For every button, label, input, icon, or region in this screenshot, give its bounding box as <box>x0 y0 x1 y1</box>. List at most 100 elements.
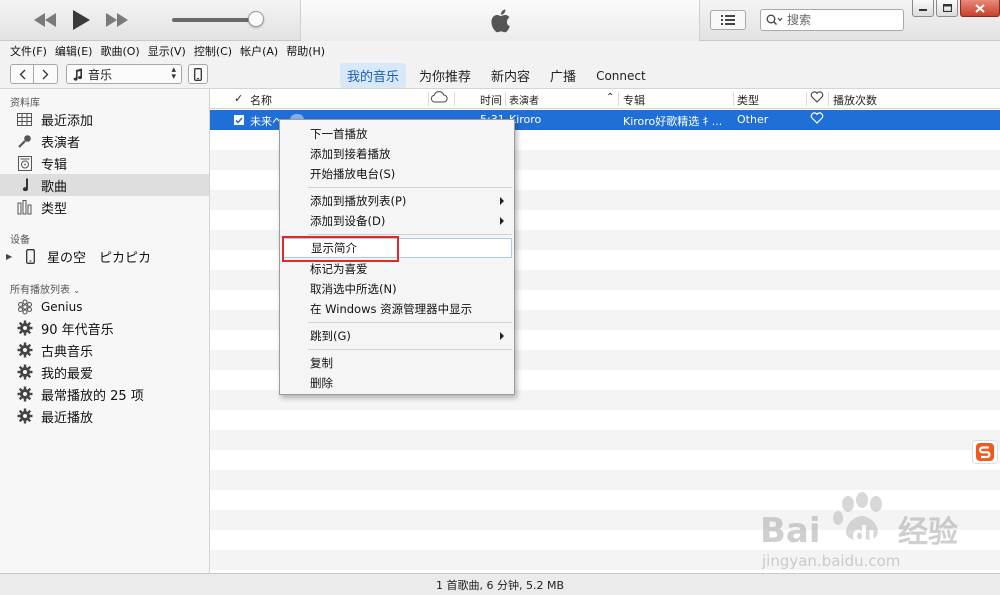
player-toolbar <box>0 0 1000 41</box>
menu-item-delete[interactable]: 删除 <box>282 373 512 393</box>
sidebar-item-label: 90 年代音乐 <box>41 322 114 338</box>
menu-file[interactable]: 文件(F) <box>10 43 47 59</box>
playlists-header[interactable]: 所有播放列表 ⌄ <box>10 281 80 296</box>
sidebar-item-artists[interactable]: 表演者 <box>0 130 209 152</box>
device-button[interactable] <box>188 64 208 84</box>
column-divider <box>733 92 734 106</box>
table-row <box>210 430 1000 450</box>
list-icon <box>721 15 735 25</box>
menu-item-add-to-device[interactable]: 添加到设备(D) <box>282 211 512 231</box>
column-artist[interactable]: 表演者 <box>509 92 539 107</box>
menu-item-label: 添加到接着播放 <box>310 147 391 161</box>
tab-radio[interactable]: 广播 <box>543 63 583 88</box>
sidebar-item-label: 古典音乐 <box>41 344 94 360</box>
menu-item-add-to-up-next[interactable]: 添加到接着播放 <box>282 144 512 164</box>
genre-icon <box>16 199 33 216</box>
menu-separator <box>308 322 512 323</box>
chevron-left-icon <box>19 69 25 79</box>
menu-item-label: 取消选中所选(N) <box>310 282 397 296</box>
sidebar-item-top-25[interactable]: 最常播放的 25 项 <box>0 383 209 405</box>
gear-icon <box>16 408 33 425</box>
sidebar-item-genres[interactable]: 类型 <box>0 196 209 218</box>
fast-forward-icon <box>106 13 128 27</box>
submenu-arrow-icon <box>500 197 504 205</box>
sidebar-item-recently-added[interactable]: 最近添加 <box>0 108 209 130</box>
disclosure-triangle-icon[interactable]: ▶ <box>6 252 14 261</box>
sidebar-item-albums[interactable]: 专辑 <box>0 152 209 174</box>
sidebar-item-90s-music[interactable]: 90 年代音乐 <box>0 317 209 339</box>
tab-for-you[interactable]: 为你推荐 <box>412 63 478 88</box>
sidebar-item-device[interactable]: ▶ 星の空 ピカピカ <box>0 245 209 267</box>
menu-item-uncheck-selection[interactable]: 取消选中所选(N) <box>282 279 512 299</box>
sidebar-item-label: 我的最爱 <box>41 366 94 382</box>
sidebar-item-label: Genius <box>41 300 83 314</box>
restore-button[interactable] <box>936 0 958 17</box>
column-plays[interactable]: 播放次数 <box>833 92 877 108</box>
search-icon <box>766 14 783 25</box>
sidebar-item-classical[interactable]: 古典音乐 <box>0 339 209 361</box>
back-button[interactable] <box>10 64 34 84</box>
next-track-button[interactable] <box>104 9 130 31</box>
minimize-icon <box>919 9 927 11</box>
volume-slider-knob[interactable] <box>248 11 264 27</box>
column-album[interactable]: 专辑 <box>623 92 645 108</box>
navigation-bar: 音乐 ▴ ▾ 我的音乐 为你推荐 新内容 广播 Connect <box>0 60 1000 89</box>
play-button[interactable] <box>68 9 94 31</box>
sidebar-item-recently-played[interactable]: 最近播放 <box>0 405 209 427</box>
menu-account[interactable]: 帐户(A) <box>240 43 278 59</box>
table-header: ✓ 名称 时间 表演者 ⌃ 专辑 类型 播放次数 <box>210 89 1000 109</box>
tab-my-music[interactable]: 我的音乐 <box>340 63 407 88</box>
close-button[interactable] <box>960 0 1000 17</box>
menu-separator <box>308 234 512 235</box>
phone-icon <box>22 248 39 265</box>
menu-item-start-station[interactable]: 开始播放电台(S) <box>282 164 512 184</box>
tab-new[interactable]: 新内容 <box>484 63 537 88</box>
svg-text:经验: 经验 <box>898 515 958 550</box>
transport-controls <box>32 9 130 31</box>
column-name[interactable]: 名称 <box>250 92 272 108</box>
menu-item-label: 标记为喜爱 <box>310 262 368 276</box>
column-divider <box>828 92 829 106</box>
menu-item-label: 添加到播放列表(P) <box>310 194 407 208</box>
icloud-icon[interactable] <box>430 91 448 106</box>
sidebar-item-songs[interactable]: 歌曲 <box>0 174 209 196</box>
column-genre[interactable]: 类型 <box>737 92 759 108</box>
menu-item-show-in-explorer[interactable]: 在 Windows 资源管理器中显示 <box>282 299 512 319</box>
heart-column-icon[interactable] <box>810 91 824 106</box>
up-next-list-button[interactable] <box>710 10 746 30</box>
sidebar-item-genius[interactable]: Genius <box>0 296 209 318</box>
library-tabs: 我的音乐 为你推荐 新内容 广播 Connect <box>340 63 653 88</box>
search-box[interactable] <box>760 9 904 31</box>
play-icon <box>73 10 90 30</box>
menu-view[interactable]: 显示(V) <box>148 43 186 59</box>
sidebar-item-my-favorites[interactable]: 我的最爱 <box>0 361 209 383</box>
tab-connect[interactable]: Connect <box>589 66 653 86</box>
minimize-button[interactable] <box>912 0 934 17</box>
sidebar: 资料库 最近添加 表演者 专辑 歌曲 类型 设备 ▶ 星の空 ピカピカ 所有播放… <box>0 89 210 573</box>
menu-edit[interactable]: 编辑(E) <box>55 43 93 59</box>
column-divider <box>454 92 455 106</box>
menu-song[interactable]: 歌曲(O) <box>100 43 139 59</box>
sidebar-item-label: 最近添加 <box>41 113 94 129</box>
menu-item-add-to-playlist[interactable]: 添加到播放列表(P) <box>282 191 512 211</box>
menu-item-copy[interactable]: 复制 <box>282 353 512 373</box>
love-heart-icon[interactable] <box>810 112 824 127</box>
phone-icon <box>194 67 202 81</box>
menu-separator <box>308 349 512 350</box>
menu-item-love[interactable]: 标记为喜爱 <box>282 259 512 279</box>
media-type-selector[interactable]: 音乐 ▴ ▾ <box>66 64 182 84</box>
menu-bar: 文件(F) 编辑(E) 歌曲(O) 显示(V) 控制(C) 帐户(A) 帮助(H… <box>0 41 1000 60</box>
forward-button[interactable] <box>34 64 58 84</box>
input-method-icon[interactable] <box>972 440 998 464</box>
menu-item-play-next[interactable]: 下一首播放 <box>282 124 512 144</box>
microphone-icon <box>16 133 33 150</box>
menu-item-go-to[interactable]: 跳到(G) <box>282 326 512 346</box>
row-checkbox[interactable] <box>234 115 244 125</box>
previous-track-button[interactable] <box>32 9 58 31</box>
column-check[interactable]: ✓ <box>234 92 243 105</box>
sidebar-item-label: 表演者 <box>41 135 81 151</box>
search-input[interactable] <box>787 13 887 27</box>
menu-help[interactable]: 帮助(H) <box>286 43 325 59</box>
menu-controls[interactable]: 控制(C) <box>194 43 232 59</box>
column-time[interactable]: 时间 <box>480 92 502 108</box>
